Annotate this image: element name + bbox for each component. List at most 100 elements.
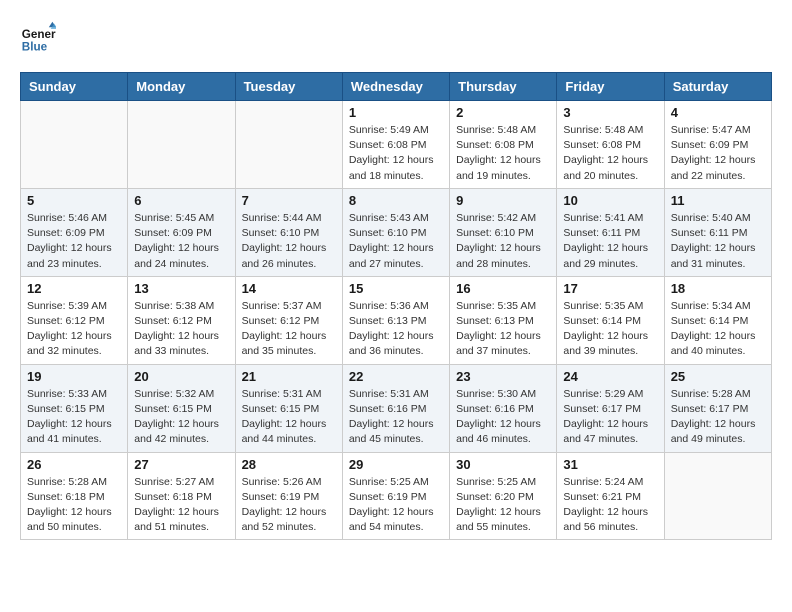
day-number: 13 — [134, 281, 228, 296]
day-number: 18 — [671, 281, 765, 296]
weekday-header-monday: Monday — [128, 73, 235, 101]
day-info: Sunrise: 5:49 AM Sunset: 6:08 PM Dayligh… — [349, 123, 443, 184]
day-info: Sunrise: 5:24 AM Sunset: 6:21 PM Dayligh… — [563, 475, 657, 536]
day-number: 11 — [671, 193, 765, 208]
day-number: 27 — [134, 457, 228, 472]
day-number: 10 — [563, 193, 657, 208]
calendar-day: 15 Sunrise: 5:36 AM Sunset: 6:13 PM Dayli… — [342, 276, 449, 364]
day-number: 28 — [242, 457, 336, 472]
day-number: 8 — [349, 193, 443, 208]
day-info: Sunrise: 5:26 AM Sunset: 6:19 PM Dayligh… — [242, 475, 336, 536]
day-info: Sunrise: 5:39 AM Sunset: 6:12 PM Dayligh… — [27, 299, 121, 360]
day-number: 2 — [456, 105, 550, 120]
svg-text:Blue: Blue — [22, 41, 48, 54]
calendar-day: 24 Sunrise: 5:29 AM Sunset: 6:17 PM Dayli… — [557, 364, 664, 452]
page-header: General Blue — [20, 20, 772, 56]
calendar-day: 19 Sunrise: 5:33 AM Sunset: 6:15 PM Dayli… — [21, 364, 128, 452]
calendar-day: 3 Sunrise: 5:48 AM Sunset: 6:08 PM Daylig… — [557, 101, 664, 189]
day-info: Sunrise: 5:29 AM Sunset: 6:17 PM Dayligh… — [563, 387, 657, 448]
calendar-day — [128, 101, 235, 189]
day-number: 22 — [349, 369, 443, 384]
day-info: Sunrise: 5:35 AM Sunset: 6:13 PM Dayligh… — [456, 299, 550, 360]
day-number: 19 — [27, 369, 121, 384]
day-number: 23 — [456, 369, 550, 384]
day-info: Sunrise: 5:43 AM Sunset: 6:10 PM Dayligh… — [349, 211, 443, 272]
day-number: 24 — [563, 369, 657, 384]
calendar-day: 17 Sunrise: 5:35 AM Sunset: 6:14 PM Dayli… — [557, 276, 664, 364]
day-info: Sunrise: 5:47 AM Sunset: 6:09 PM Dayligh… — [671, 123, 765, 184]
day-info: Sunrise: 5:31 AM Sunset: 6:16 PM Dayligh… — [349, 387, 443, 448]
calendar-week-row: 5 Sunrise: 5:46 AM Sunset: 6:09 PM Daylig… — [21, 188, 772, 276]
day-number: 7 — [242, 193, 336, 208]
calendar-day: 21 Sunrise: 5:31 AM Sunset: 6:15 PM Dayli… — [235, 364, 342, 452]
day-info: Sunrise: 5:28 AM Sunset: 6:18 PM Dayligh… — [27, 475, 121, 536]
weekday-header-saturday: Saturday — [664, 73, 771, 101]
calendar-day: 31 Sunrise: 5:24 AM Sunset: 6:21 PM Dayli… — [557, 452, 664, 540]
day-number: 12 — [27, 281, 121, 296]
day-info: Sunrise: 5:38 AM Sunset: 6:12 PM Dayligh… — [134, 299, 228, 360]
day-info: Sunrise: 5:48 AM Sunset: 6:08 PM Dayligh… — [456, 123, 550, 184]
day-number: 25 — [671, 369, 765, 384]
weekday-header-wednesday: Wednesday — [342, 73, 449, 101]
weekday-header-thursday: Thursday — [450, 73, 557, 101]
calendar-day: 10 Sunrise: 5:41 AM Sunset: 6:11 PM Dayli… — [557, 188, 664, 276]
weekday-header-row: SundayMondayTuesdayWednesdayThursdayFrid… — [21, 73, 772, 101]
calendar-day: 4Sunrise: 5:47 AM Sunset: 6:09 PM Daylig… — [664, 101, 771, 189]
calendar-day: 25 Sunrise: 5:28 AM Sunset: 6:17 PM Dayli… — [664, 364, 771, 452]
calendar-day: 30Sunrise: 5:25 AM Sunset: 6:20 PM Dayli… — [450, 452, 557, 540]
calendar-day: 22 Sunrise: 5:31 AM Sunset: 6:16 PM Dayli… — [342, 364, 449, 452]
day-number: 5 — [27, 193, 121, 208]
logo-icon: General Blue — [20, 20, 56, 56]
calendar-day: 26Sunrise: 5:28 AM Sunset: 6:18 PM Dayli… — [21, 452, 128, 540]
day-number: 6 — [134, 193, 228, 208]
calendar-day: 2 Sunrise: 5:48 AM Sunset: 6:08 PM Daylig… — [450, 101, 557, 189]
calendar-week-row: 26Sunrise: 5:28 AM Sunset: 6:18 PM Dayli… — [21, 452, 772, 540]
calendar-day: 1 Sunrise: 5:49 AM Sunset: 6:08 PM Daylig… — [342, 101, 449, 189]
day-info: Sunrise: 5:32 AM Sunset: 6:15 PM Dayligh… — [134, 387, 228, 448]
calendar-day: 28 Sunrise: 5:26 AM Sunset: 6:19 PM Dayli… — [235, 452, 342, 540]
day-info: Sunrise: 5:33 AM Sunset: 6:15 PM Dayligh… — [27, 387, 121, 448]
day-info: Sunrise: 5:31 AM Sunset: 6:15 PM Dayligh… — [242, 387, 336, 448]
calendar-day: 16 Sunrise: 5:35 AM Sunset: 6:13 PM Dayli… — [450, 276, 557, 364]
calendar-day: 5 Sunrise: 5:46 AM Sunset: 6:09 PM Daylig… — [21, 188, 128, 276]
calendar-day: 11 Sunrise: 5:40 AM Sunset: 6:11 PM Dayli… — [664, 188, 771, 276]
day-info: Sunrise: 5:46 AM Sunset: 6:09 PM Dayligh… — [27, 211, 121, 272]
day-info: Sunrise: 5:34 AM Sunset: 6:14 PM Dayligh… — [671, 299, 765, 360]
day-info: Sunrise: 5:37 AM Sunset: 6:12 PM Dayligh… — [242, 299, 336, 360]
day-number: 17 — [563, 281, 657, 296]
calendar-day: 13 Sunrise: 5:38 AM Sunset: 6:12 PM Dayli… — [128, 276, 235, 364]
day-info: Sunrise: 5:30 AM Sunset: 6:16 PM Dayligh… — [456, 387, 550, 448]
day-number: 31 — [563, 457, 657, 472]
day-number: 14 — [242, 281, 336, 296]
calendar-day: 7Sunrise: 5:44 AM Sunset: 6:10 PM Daylig… — [235, 188, 342, 276]
day-info: Sunrise: 5:48 AM Sunset: 6:08 PM Dayligh… — [563, 123, 657, 184]
day-info: Sunrise: 5:25 AM Sunset: 6:19 PM Dayligh… — [349, 475, 443, 536]
day-number: 3 — [563, 105, 657, 120]
calendar-day — [235, 101, 342, 189]
day-number: 20 — [134, 369, 228, 384]
day-number: 21 — [242, 369, 336, 384]
svg-text:General: General — [22, 28, 56, 41]
calendar-day: 6Sunrise: 5:45 AM Sunset: 6:09 PM Daylig… — [128, 188, 235, 276]
weekday-header-tuesday: Tuesday — [235, 73, 342, 101]
day-info: Sunrise: 5:41 AM Sunset: 6:11 PM Dayligh… — [563, 211, 657, 272]
day-number: 1 — [349, 105, 443, 120]
day-info: Sunrise: 5:36 AM Sunset: 6:13 PM Dayligh… — [349, 299, 443, 360]
day-info: Sunrise: 5:40 AM Sunset: 6:11 PM Dayligh… — [671, 211, 765, 272]
day-info: Sunrise: 5:25 AM Sunset: 6:20 PM Dayligh… — [456, 475, 550, 536]
calendar-day: 29Sunrise: 5:25 AM Sunset: 6:19 PM Dayli… — [342, 452, 449, 540]
calendar-day — [664, 452, 771, 540]
calendar-day: 14 Sunrise: 5:37 AM Sunset: 6:12 PM Dayli… — [235, 276, 342, 364]
calendar-day: 9Sunrise: 5:42 AM Sunset: 6:10 PM Daylig… — [450, 188, 557, 276]
day-number: 15 — [349, 281, 443, 296]
day-info: Sunrise: 5:28 AM Sunset: 6:17 PM Dayligh… — [671, 387, 765, 448]
calendar-day: 23 Sunrise: 5:30 AM Sunset: 6:16 PM Dayli… — [450, 364, 557, 452]
day-number: 9 — [456, 193, 550, 208]
calendar-day: 18 Sunrise: 5:34 AM Sunset: 6:14 PM Dayli… — [664, 276, 771, 364]
calendar-day: 20 Sunrise: 5:32 AM Sunset: 6:15 PM Dayli… — [128, 364, 235, 452]
calendar-week-row: 1 Sunrise: 5:49 AM Sunset: 6:08 PM Daylig… — [21, 101, 772, 189]
weekday-header-friday: Friday — [557, 73, 664, 101]
day-number: 16 — [456, 281, 550, 296]
calendar-week-row: 12 Sunrise: 5:39 AM Sunset: 6:12 PM Dayli… — [21, 276, 772, 364]
day-info: Sunrise: 5:35 AM Sunset: 6:14 PM Dayligh… — [563, 299, 657, 360]
